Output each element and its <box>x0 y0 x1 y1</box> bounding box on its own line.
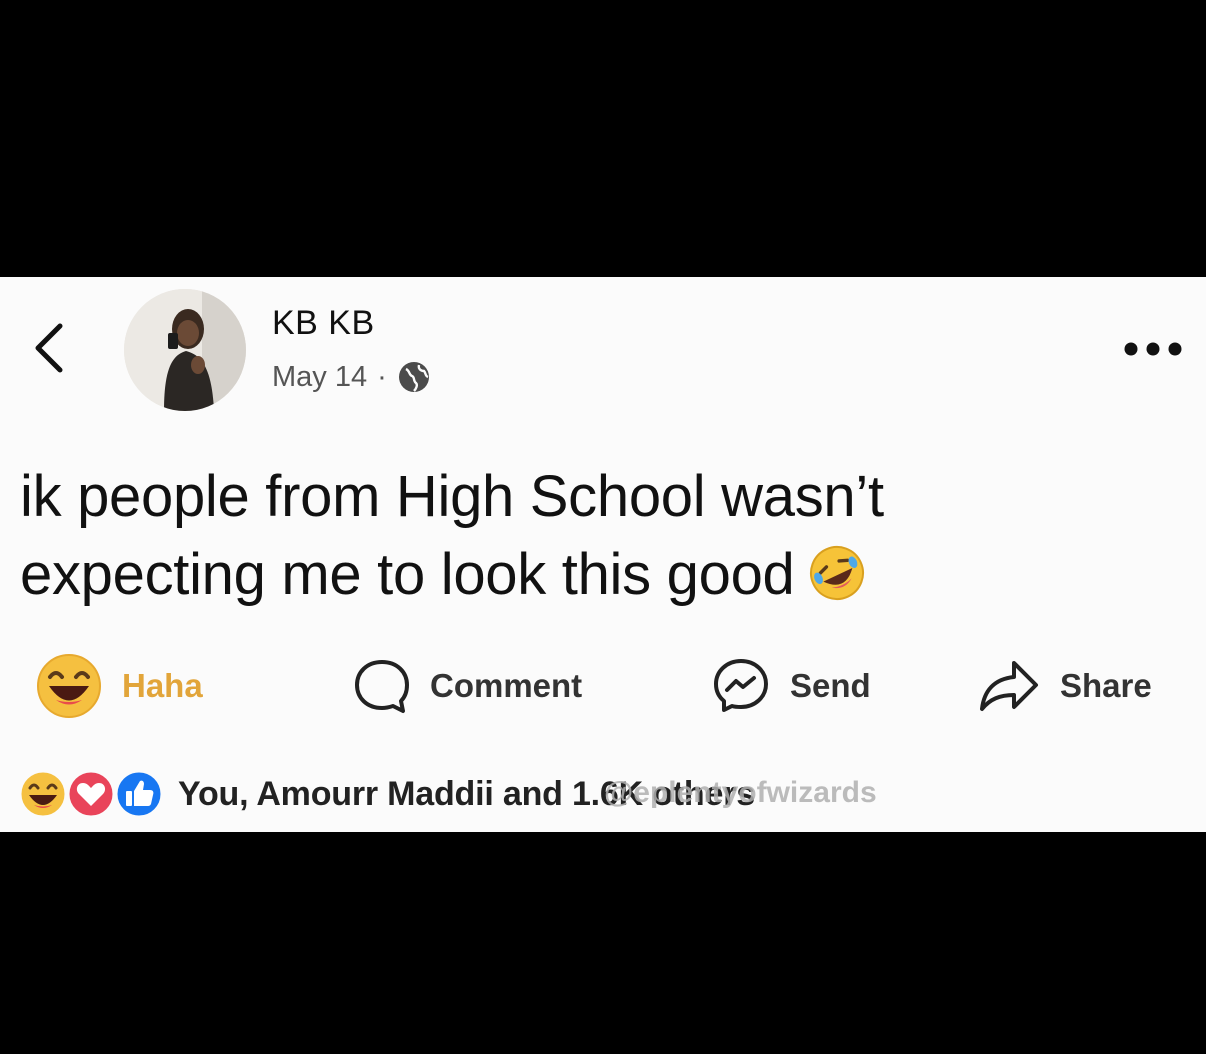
meta-separator: · <box>377 360 387 393</box>
ellipsis-icon <box>1124 342 1182 356</box>
more-options-button[interactable] <box>1122 336 1184 362</box>
avatar-photo <box>124 289 246 411</box>
post-text: ik people from High School wasn’t expect… <box>20 458 1180 614</box>
comment-label: Comment <box>430 667 583 704</box>
post-date[interactable]: May 14 <box>272 361 367 394</box>
post-text-line-1: ik people from High School wasn’t <box>20 464 884 529</box>
globe-icon <box>398 362 429 392</box>
action-bar: Haha Comment Send Share <box>0 648 1206 724</box>
author-avatar[interactable] <box>124 289 246 411</box>
haha-icon <box>18 769 68 819</box>
back-button[interactable] <box>30 318 70 378</box>
share-label: Share <box>1060 667 1152 704</box>
share-arrow-icon <box>980 661 1038 711</box>
send-label: Send <box>790 667 871 704</box>
reaction-icons <box>18 769 164 819</box>
comment-button[interactable]: Comment <box>354 648 582 724</box>
haha-reaction-button[interactable]: Haha <box>36 648 203 724</box>
share-button[interactable]: Share <box>978 648 1152 724</box>
post-meta: May 14 · <box>272 360 431 394</box>
love-icon <box>66 769 116 819</box>
post-text-line-2: expecting me to look this good <box>20 536 1180 614</box>
comment-icon <box>355 660 409 713</box>
messenger-icon <box>714 659 768 712</box>
screenshot-frame: KB KB May 14 · ik people from High Schoo… <box>0 0 1206 1054</box>
chevron-left-icon <box>35 323 63 373</box>
rolling-on-floor-laughing-icon <box>810 546 865 600</box>
send-button[interactable]: Send <box>712 648 871 724</box>
post-text-line-2-text: expecting me to look this good <box>20 542 795 607</box>
watermark-text: @eplentyofwizards <box>604 776 877 809</box>
haha-icon <box>37 654 101 718</box>
author-name[interactable]: KB KB <box>272 304 375 343</box>
like-icon <box>114 769 164 819</box>
haha-label: Haha <box>122 667 203 704</box>
